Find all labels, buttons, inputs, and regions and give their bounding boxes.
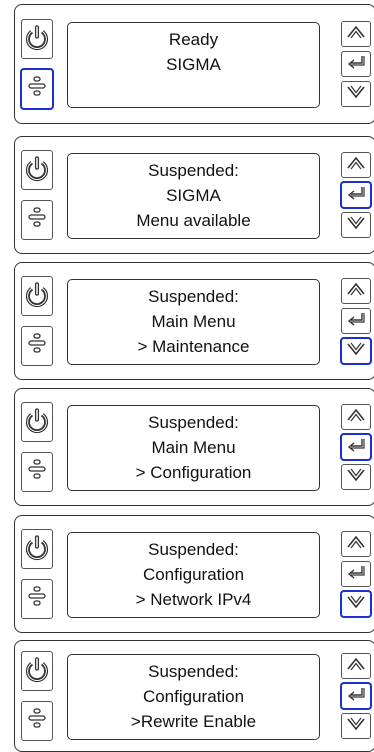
display-line: SIGMA: [166, 55, 221, 74]
chevron-down-icon: [345, 466, 367, 489]
power-icon: [25, 280, 49, 313]
power-button[interactable]: [21, 529, 53, 569]
power-icon: [25, 406, 49, 439]
chevron-up-icon: [345, 280, 367, 303]
up-button[interactable]: [341, 278, 371, 304]
display-line: Configuration: [142, 565, 245, 584]
display-line: > Maintenance: [137, 337, 250, 356]
keypad-panel: Suspended: Main Menu > Configuration: [14, 388, 374, 506]
enter-button[interactable]: [341, 51, 371, 77]
power-icon: [25, 655, 49, 688]
chevron-down-icon: [345, 214, 367, 237]
display-line: Ready: [168, 30, 219, 49]
chevron-down-icon: [345, 715, 367, 738]
down-button[interactable]: [340, 337, 372, 365]
up-button[interactable]: [341, 653, 371, 679]
keypad-panel: Ready SIGMA: [14, 4, 374, 124]
keypad-panel: Suspended: Configuration > Network IPv4: [14, 515, 374, 633]
display-line: [68, 77, 319, 102]
chevron-down-icon: [345, 83, 367, 106]
up-button[interactable]: [341, 21, 371, 47]
chevron-down-icon: [345, 593, 367, 616]
display-line: Menu available: [136, 211, 251, 230]
menu-button[interactable]: [21, 579, 53, 619]
enter-button[interactable]: [341, 561, 371, 587]
lcd-display: Suspended: SIGMA Menu available: [67, 153, 320, 239]
chevron-up-icon: [345, 533, 367, 556]
display-line: Suspended:: [148, 287, 239, 306]
menu-button[interactable]: [21, 200, 53, 240]
up-button[interactable]: [341, 404, 371, 430]
display-line: Suspended:: [148, 662, 239, 681]
menu-icon: [25, 330, 49, 363]
menu-button[interactable]: [21, 452, 53, 492]
menu-icon: [25, 73, 49, 106]
keypad-panel: Suspended: SIGMA Menu available: [14, 136, 374, 254]
enter-icon: [345, 184, 367, 207]
enter-icon: [345, 685, 367, 708]
display-line: > Network IPv4: [135, 590, 252, 609]
display-line: Suspended:: [148, 161, 239, 180]
enter-button[interactable]: [340, 181, 372, 209]
display-line: Suspended:: [148, 540, 239, 559]
up-button[interactable]: [341, 531, 371, 557]
power-button[interactable]: [21, 402, 53, 442]
menu-button[interactable]: [20, 68, 54, 110]
down-button[interactable]: [341, 713, 371, 739]
chevron-up-icon: [345, 406, 367, 429]
enter-button[interactable]: [340, 682, 372, 710]
menu-button[interactable]: [21, 701, 53, 741]
enter-icon: [345, 436, 367, 459]
menu-icon: [25, 456, 49, 489]
display-line: Suspended:: [148, 413, 239, 432]
power-button[interactable]: [21, 150, 53, 190]
display-line: SIGMA: [166, 186, 221, 205]
keypad-panel: Suspended: Configuration >Rewrite Enable: [14, 640, 374, 752]
lcd-display: Suspended: Configuration > Network IPv4: [67, 532, 320, 618]
down-button[interactable]: [340, 590, 372, 618]
lcd-display: Suspended: Main Menu > Configuration: [67, 405, 320, 491]
up-button[interactable]: [341, 152, 371, 178]
display-line: Main Menu: [151, 438, 236, 457]
enter-icon: [345, 563, 367, 586]
display-line: > Configuration: [135, 463, 252, 482]
keypad-panel: Suspended: Main Menu > Maintenance: [14, 262, 374, 380]
enter-button[interactable]: [340, 433, 372, 461]
power-icon: [25, 23, 49, 56]
lcd-display: Suspended: Configuration >Rewrite Enable: [67, 654, 320, 740]
lcd-display: Ready SIGMA: [67, 22, 320, 108]
chevron-up-icon: [345, 23, 367, 46]
power-button[interactable]: [21, 651, 53, 691]
display-line: >Rewrite Enable: [130, 712, 257, 731]
display-line: Configuration: [142, 687, 245, 706]
enter-icon: [345, 310, 367, 333]
chevron-up-icon: [345, 655, 367, 678]
display-line: Main Menu: [151, 312, 236, 331]
power-button[interactable]: [21, 19, 53, 59]
menu-button[interactable]: [21, 326, 53, 366]
power-icon: [25, 533, 49, 566]
power-button[interactable]: [21, 276, 53, 316]
menu-icon: [25, 705, 49, 738]
enter-icon: [345, 53, 367, 76]
enter-button[interactable]: [341, 308, 371, 334]
lcd-display: Suspended: Main Menu > Maintenance: [67, 279, 320, 365]
power-icon: [25, 154, 49, 187]
down-button[interactable]: [341, 464, 371, 490]
menu-icon: [25, 204, 49, 237]
chevron-up-icon: [345, 154, 367, 177]
down-button[interactable]: [341, 81, 371, 107]
down-button[interactable]: [341, 212, 371, 238]
chevron-down-icon: [345, 340, 367, 363]
menu-icon: [25, 583, 49, 616]
